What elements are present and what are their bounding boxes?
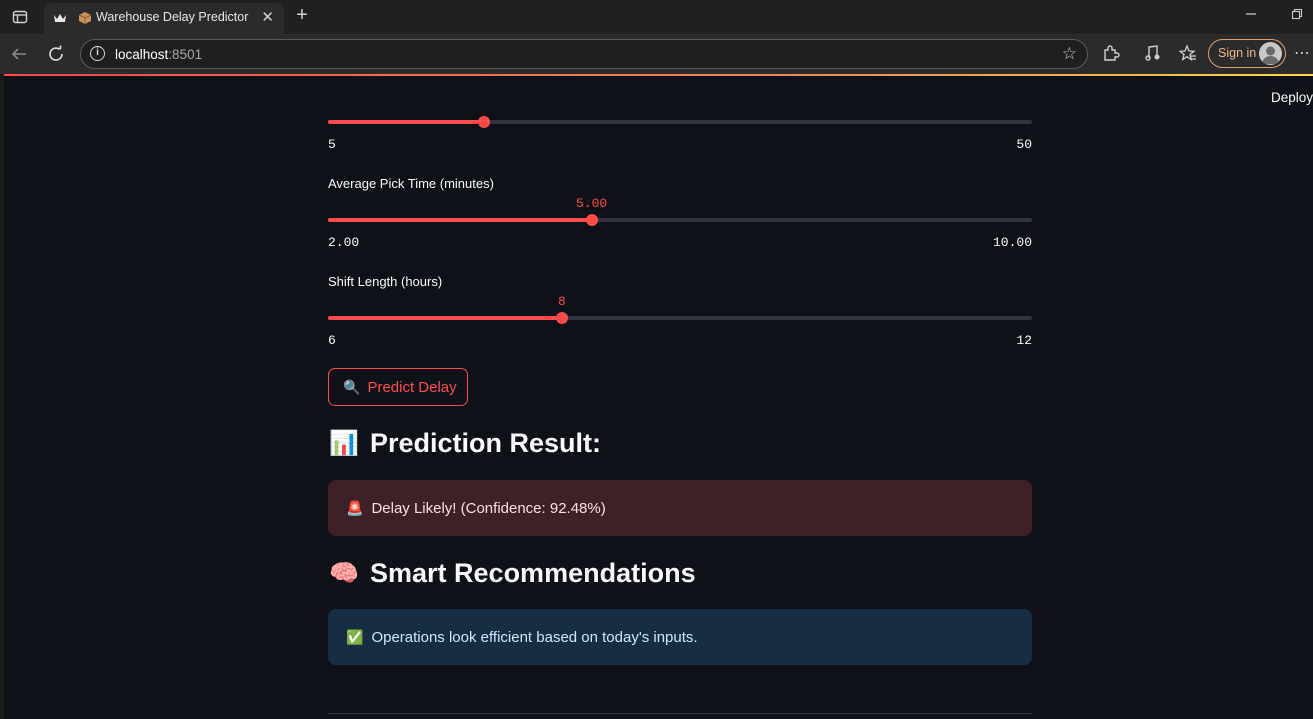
delay-alert: 🚨 Delay Likely! (Confidence: 92.48%) xyxy=(328,480,1032,536)
slider-thumb[interactable] xyxy=(478,116,490,128)
slider-min-label: 2.00 xyxy=(328,235,360,250)
browser-tab[interactable]: Warehouse Delay Predictor ✕ xyxy=(44,3,284,34)
divider xyxy=(328,713,1032,714)
slider-min-label: 5 xyxy=(328,137,336,152)
recommendation-alert: ✅ Operations look efficient based on tod… xyxy=(328,609,1032,665)
site-info-icon[interactable]: i xyxy=(90,46,105,61)
siren-icon: 🚨 xyxy=(346,499,364,516)
favorites-icon[interactable] xyxy=(1178,44,1198,64)
slider-min-label: 6 xyxy=(328,333,336,348)
slider-label: Average Pick Time (minutes) xyxy=(328,176,494,191)
check-mark-icon: ✅ xyxy=(346,628,364,645)
slider-thumb[interactable] xyxy=(586,214,598,226)
back-arrow-icon xyxy=(11,48,26,60)
back-button[interactable] xyxy=(9,44,29,64)
reload-button[interactable] xyxy=(46,44,66,64)
new-tab-button[interactable]: + xyxy=(292,5,312,25)
brain-icon: 🧠 xyxy=(329,560,359,587)
slider-label: Shift Length (hours) xyxy=(328,274,443,289)
minimize-icon[interactable] xyxy=(1245,8,1257,23)
slider-value-label: 5.00 xyxy=(576,196,608,211)
prediction-result-heading: 📊 Prediction Result: xyxy=(328,428,601,459)
slider-track[interactable] xyxy=(328,214,1032,226)
slider-fill xyxy=(328,316,562,320)
slider-value-label: 8 xyxy=(558,294,566,309)
window-left-edge xyxy=(0,74,4,719)
tab-actions-button[interactable] xyxy=(10,7,30,27)
tab-title: Warehouse Delay Predictor xyxy=(96,10,249,24)
smart-recommendations-title: Smart Recommendations xyxy=(370,558,696,588)
smart-recommendations-heading: 🧠 Smart Recommendations xyxy=(328,558,696,589)
reload-icon xyxy=(49,45,63,61)
tab-close-icon[interactable]: ✕ xyxy=(261,9,274,27)
streamlit-crown-icon xyxy=(54,14,66,22)
browser-toolbar: i localhost:8501 ☆ Sign in ⋯ xyxy=(0,34,1313,74)
url-text: localhost:8501 xyxy=(115,47,202,62)
slider-max-label: 12 xyxy=(1016,333,1032,348)
sign-in-label: Sign in xyxy=(1218,46,1257,60)
url-host: localhost xyxy=(115,47,169,62)
slider-fill xyxy=(328,120,484,124)
restore-icon[interactable] xyxy=(1291,8,1303,23)
address-bar[interactable]: i localhost:8501 ☆ xyxy=(80,39,1088,69)
slider-thumb[interactable] xyxy=(556,312,568,324)
slider-max-label: 50 xyxy=(1016,137,1032,152)
recommendation-alert-text: Operations look efficient based on today… xyxy=(371,628,698,646)
predict-delay-button[interactable]: 🔍 Predict Delay xyxy=(328,368,468,406)
slider-track[interactable] xyxy=(328,116,1032,128)
media-control-icon[interactable] xyxy=(1143,44,1163,64)
more-options-icon[interactable]: ⋯ xyxy=(1294,43,1311,63)
deploy-button[interactable]: Deploy xyxy=(1271,90,1313,105)
extensions-icon[interactable] xyxy=(1101,44,1121,64)
favorite-star-icon[interactable]: ☆ xyxy=(1062,44,1077,64)
package-icon xyxy=(78,12,92,24)
tab-actions-icon xyxy=(12,10,28,24)
slider-max-label: 10.00 xyxy=(992,235,1032,250)
magnifier-icon: 🔍 xyxy=(343,378,361,395)
slider-track[interactable] xyxy=(328,312,1032,324)
delay-alert-text: Delay Likely! (Confidence: 92.48%) xyxy=(371,499,606,517)
url-port: :8501 xyxy=(168,47,203,62)
bar-chart-icon: 📊 xyxy=(329,430,359,457)
prediction-result-title: Prediction Result: xyxy=(370,428,602,458)
profile-avatar-icon xyxy=(1259,42,1282,65)
sign-in-button[interactable]: Sign in xyxy=(1208,39,1286,68)
browser-tab-bar: Warehouse Delay Predictor ✕ + xyxy=(0,0,1313,34)
slider-fill xyxy=(328,218,592,222)
app-header-decoration xyxy=(4,74,1313,76)
predict-button-label: Predict Delay xyxy=(367,378,457,396)
